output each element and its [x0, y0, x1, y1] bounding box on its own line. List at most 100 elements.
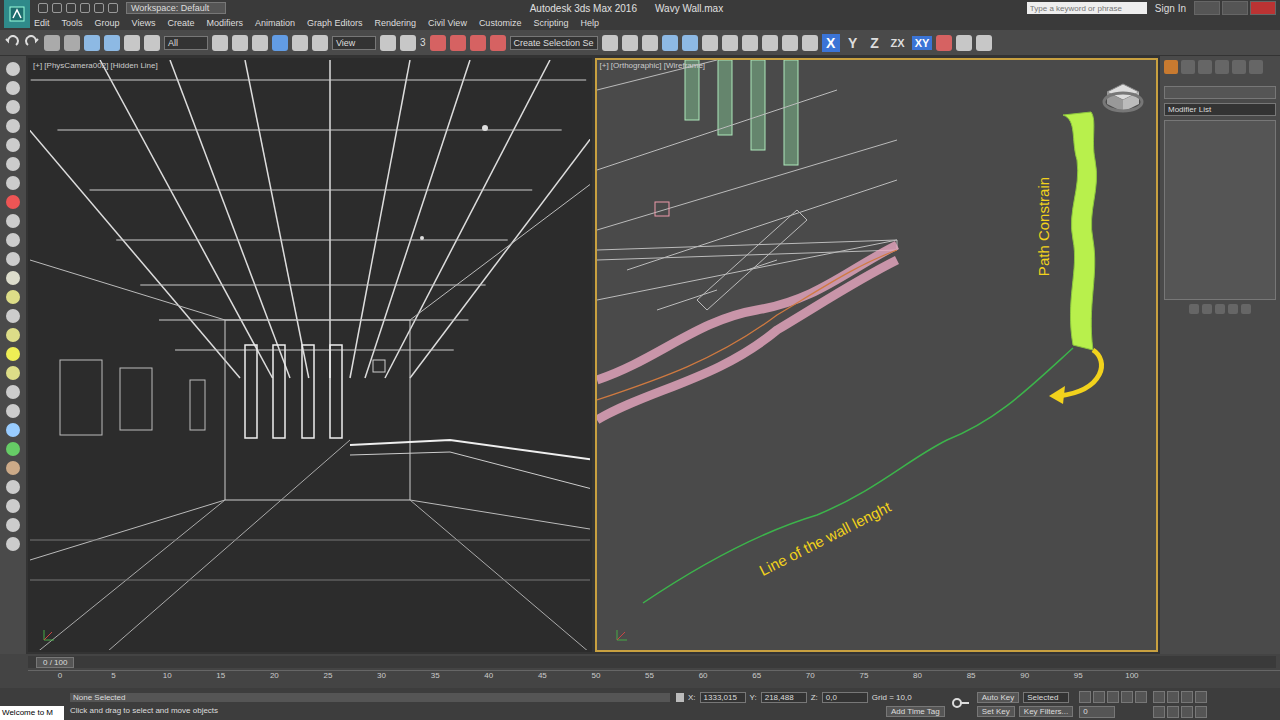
minimize-icon[interactable]	[1194, 1, 1220, 15]
scene-tool-icon[interactable]	[6, 81, 20, 95]
sign-in-link[interactable]: Sign In	[1155, 3, 1186, 14]
nav-icon[interactable]	[1181, 706, 1193, 718]
menu-item[interactable]: Customize	[479, 18, 522, 28]
tool-icon[interactable]	[976, 35, 992, 51]
viewport-label[interactable]: [+] [PhysCamera002] [Hidden Line]	[33, 61, 158, 70]
viewport-label[interactable]: [+] [Orthographic] [Wireframe]	[600, 61, 706, 70]
ortho-viewport[interactable]: [+] [Orthographic] [Wireframe]Path Const…	[595, 58, 1159, 652]
tool-icon[interactable]	[662, 35, 678, 51]
tool-icon[interactable]	[44, 35, 60, 51]
tool-icon[interactable]	[622, 35, 638, 51]
tool-icon[interactable]	[782, 35, 798, 51]
workspace-dropdown[interactable]: Workspace: Default	[126, 2, 226, 14]
nav-icon[interactable]	[1153, 706, 1165, 718]
nav-icon[interactable]	[1167, 706, 1179, 718]
scene-tool-icon[interactable]	[6, 252, 20, 266]
stack-tool-icon[interactable]	[1241, 304, 1251, 314]
tool-icon[interactable]	[292, 35, 308, 51]
current-frame-field[interactable]: 0	[1079, 706, 1115, 718]
menu-item[interactable]: Group	[95, 18, 120, 28]
menu-item[interactable]: Help	[580, 18, 599, 28]
scene-tool-icon[interactable]	[6, 138, 20, 152]
scene-tool-icon[interactable]	[6, 290, 20, 304]
scene-tool-icon[interactable]	[6, 328, 20, 342]
coord-field[interactable]: 1333,015	[700, 692, 746, 703]
modifier-stack[interactable]	[1164, 120, 1276, 300]
nav-icon[interactable]	[1181, 691, 1193, 703]
scene-tool-icon[interactable]	[6, 442, 20, 456]
key-filters-button[interactable]: Key Filters...	[1019, 706, 1073, 717]
panel-tab-icon[interactable]	[1232, 60, 1246, 74]
snap-icon[interactable]	[430, 35, 446, 51]
key-mode-dropdown[interactable]: Selected	[1023, 692, 1069, 703]
snap-icon[interactable]	[470, 35, 486, 51]
manipulate-icon[interactable]	[400, 35, 416, 51]
reference-coord[interactable]: View	[332, 36, 376, 50]
scene-tool-icon[interactable]	[6, 157, 20, 171]
axis-constraint[interactable]: Y	[844, 34, 862, 52]
frame-ruler[interactable]: 0510152025303540455055606570758085909510…	[28, 670, 1280, 680]
nav-icon[interactable]	[1195, 706, 1207, 718]
nav-icon[interactable]	[1153, 691, 1165, 703]
scene-tool-icon[interactable]	[6, 233, 20, 247]
scene-tool-icon[interactable]	[6, 366, 20, 380]
panel-tab-icon[interactable]	[1198, 60, 1212, 74]
scene-tool-icon[interactable]	[6, 309, 20, 323]
tool-icon[interactable]	[642, 35, 658, 51]
tool-icon[interactable]	[682, 35, 698, 51]
tool-icon[interactable]	[124, 35, 140, 51]
menu-item[interactable]: Modifiers	[206, 18, 243, 28]
scene-tool-icon[interactable]	[6, 195, 20, 209]
tool-icon[interactable]	[936, 35, 952, 51]
tool-icon[interactable]	[742, 35, 758, 51]
menu-item[interactable]: Edit	[34, 18, 50, 28]
camera-viewport[interactable]: [+] [PhysCamera002] [Hidden Line]	[28, 58, 592, 652]
playback-icon[interactable]	[1079, 691, 1091, 703]
tool-icon[interactable]	[602, 35, 618, 51]
quick-access-icon[interactable]	[108, 3, 118, 13]
pivot-icon[interactable]	[380, 35, 396, 51]
tool-icon[interactable]	[212, 35, 228, 51]
coord-field[interactable]: 0,0	[822, 692, 868, 703]
menu-item[interactable]: Animation	[255, 18, 295, 28]
lock-icon[interactable]	[676, 693, 684, 702]
stack-tool-icon[interactable]	[1228, 304, 1238, 314]
modifier-list[interactable]: Modifier List	[1164, 103, 1276, 116]
tool-icon[interactable]	[702, 35, 718, 51]
menu-item[interactable]: Graph Editors	[307, 18, 363, 28]
scene-tool-icon[interactable]	[6, 499, 20, 513]
menu-item[interactable]: Civil View	[428, 18, 467, 28]
maxscript-listener[interactable]: Welcome to M	[0, 706, 64, 720]
tool-icon[interactable]	[762, 35, 778, 51]
close-icon[interactable]	[1250, 1, 1276, 15]
tool-icon[interactable]	[272, 35, 288, 51]
playback-icon[interactable]	[1135, 691, 1147, 703]
panel-tab-icon[interactable]	[1181, 60, 1195, 74]
snap-toggle[interactable]: 3	[420, 37, 426, 48]
scene-tool-icon[interactable]	[6, 214, 20, 228]
stack-tool-icon[interactable]	[1215, 304, 1225, 314]
tool-icon[interactable]	[232, 35, 248, 51]
search-field[interactable]	[1027, 2, 1147, 14]
menu-item[interactable]: Rendering	[375, 18, 417, 28]
maximize-icon[interactable]	[1222, 1, 1248, 15]
auto-key-button[interactable]: Auto Key	[977, 692, 1019, 703]
quick-access-icon[interactable]	[38, 3, 48, 13]
tool-icon[interactable]	[144, 35, 160, 51]
quick-access-icon[interactable]	[94, 3, 104, 13]
tool-icon[interactable]	[252, 35, 268, 51]
tool-icon[interactable]	[956, 35, 972, 51]
playback-icon[interactable]	[1107, 691, 1119, 703]
tool-icon[interactable]	[722, 35, 738, 51]
coord-field[interactable]: 218,488	[761, 692, 807, 703]
playback-icon[interactable]	[1121, 691, 1133, 703]
scene-tool-icon[interactable]	[6, 347, 20, 361]
quick-access-icon[interactable]	[66, 3, 76, 13]
scene-tool-icon[interactable]	[6, 423, 20, 437]
stack-tool-icon[interactable]	[1189, 304, 1199, 314]
time-slider[interactable]: 0 / 100	[28, 656, 1276, 668]
axis-constraint[interactable]: Z	[866, 34, 884, 52]
menu-item[interactable]: Tools	[62, 18, 83, 28]
scene-tool-icon[interactable]	[6, 176, 20, 190]
tool-icon[interactable]	[802, 35, 818, 51]
